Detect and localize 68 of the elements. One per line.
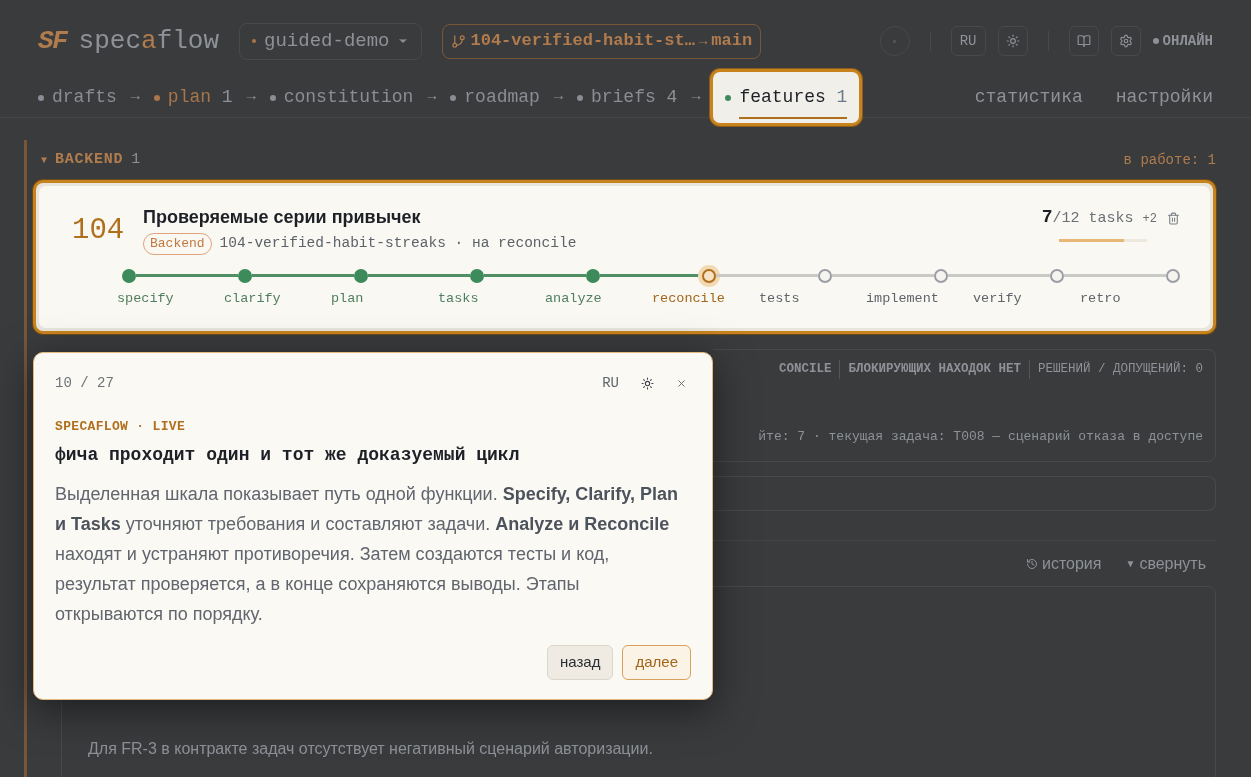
stage-label[interactable]: tests bbox=[759, 288, 866, 309]
sun-icon[interactable] bbox=[641, 377, 654, 390]
docs-button[interactable] bbox=[1068, 26, 1099, 56]
nav-tab[interactable]: roadmap bbox=[450, 84, 540, 111]
stage-label[interactable]: tasks bbox=[438, 288, 545, 309]
online-status: ОНЛАЙН bbox=[1152, 30, 1213, 52]
feature-number: 104 bbox=[72, 213, 126, 249]
arrow-icon: → bbox=[130, 86, 140, 109]
settings-icon bbox=[1118, 34, 1133, 48]
logo-mark: SF bbox=[38, 24, 67, 58]
collapse-button[interactable]: ▼ свернуть bbox=[1125, 551, 1206, 576]
tour-title: фича проходит один и тот же доказуемый цикл bbox=[55, 443, 521, 467]
nav-tab[interactable]: briefs 4 bbox=[576, 84, 678, 111]
branch-icon bbox=[451, 33, 467, 49]
arrow-icon: → bbox=[698, 30, 708, 52]
group-title: BACKEND bbox=[55, 149, 124, 170]
collapse-caret-icon[interactable]: ▼ bbox=[41, 152, 47, 168]
status-label: БЛОКИРУЮЩИХ НАХОДОК НЕТ bbox=[839, 360, 1021, 379]
feature-card[interactable]: 104 Проверяемые серии привычек Backend 104-verified-habit-streaks · на reconcile 7/12 tasks +2 specify clarify plan tasks analyze reconcile tests implement verify retro bbox=[33, 180, 1216, 334]
arrow-icon: → bbox=[691, 86, 701, 109]
nav-link[interactable]: настройки bbox=[1115, 84, 1213, 111]
caret-icon: ▼ bbox=[1125, 556, 1136, 571]
input-field[interactable] bbox=[713, 476, 1216, 511]
project-select[interactable]: guided-demo bbox=[239, 22, 423, 60]
language-button[interactable]: RU bbox=[950, 26, 986, 56]
stage-label[interactable]: clarify bbox=[224, 288, 331, 309]
sun-icon bbox=[1005, 34, 1020, 48]
stage-label[interactable]: reconcile bbox=[652, 288, 759, 309]
status-label: РЕШЕНИЙ / ДОПУЩЕНИЙ: 0 bbox=[1028, 360, 1203, 379]
task-count: 7/12 tasks +2 bbox=[1041, 206, 1157, 229]
finding-text: Для FR-3 в контракте задач отсутствует негативный сценарий авторизации. bbox=[88, 739, 654, 759]
nav-tab[interactable]: features 1 bbox=[710, 69, 863, 126]
nav-tab[interactable]: constitution bbox=[269, 84, 414, 111]
back-button[interactable]: назад bbox=[547, 644, 614, 680]
arrow-icon: → bbox=[246, 86, 256, 109]
arrow-icon: → bbox=[553, 86, 563, 109]
delete-icon[interactable] bbox=[1167, 212, 1180, 225]
arrow-icon: → bbox=[427, 86, 437, 109]
nav-link[interactable]: статистика bbox=[974, 84, 1083, 111]
in-progress-count: в работе: 1 bbox=[1123, 150, 1216, 170]
tour-eyebrow: SPECAFLOW · LIVE bbox=[55, 418, 187, 436]
group-count: 1 bbox=[131, 149, 141, 170]
stage-label[interactable]: implement bbox=[866, 288, 973, 309]
stage-label[interactable]: analyze bbox=[545, 288, 652, 309]
history-button[interactable]: история bbox=[1026, 551, 1102, 576]
history-icon bbox=[1026, 557, 1038, 570]
branch-name: 104-verified-habit-st… bbox=[470, 30, 695, 53]
close-icon[interactable] bbox=[676, 378, 687, 389]
stage-label[interactable]: verify bbox=[973, 288, 1080, 309]
progress-line: йте: 7 · текущая задача: T008 — сценарий отказа в доступе bbox=[758, 427, 1203, 446]
settings-button[interactable] bbox=[1110, 26, 1141, 56]
stage-label[interactable]: specify bbox=[117, 288, 224, 309]
branch-pill[interactable]: 104-verified-habit-st… → main bbox=[442, 23, 762, 59]
language-button[interactable]: RU bbox=[602, 373, 619, 394]
feature-slug: 104-verified-habit-streaks · на reconcile bbox=[219, 234, 577, 253]
target-branch: main bbox=[711, 30, 753, 53]
status-label: CONCILE bbox=[778, 361, 832, 378]
stage-label[interactable]: retro bbox=[1080, 288, 1121, 309]
nav-tab[interactable]: plan 1 bbox=[153, 84, 233, 111]
app-logo: specaflow bbox=[78, 24, 220, 58]
nav-tab[interactable]: drafts bbox=[38, 84, 117, 111]
stage-label[interactable]: plan bbox=[331, 288, 438, 309]
book-icon bbox=[1076, 34, 1091, 48]
next-button[interactable]: далее bbox=[622, 644, 691, 680]
tour-body: Выделенная шкала показывает путь одной функции. Specify, Clarify, Plan и Tasks уточняют требования и составляют задачи. Analyze и Reconcile находят и устраняют противоречия. Затем создаются тесты и код, результат проверяется, а в конце сохраняются выводы. Этапы открываются по порядку. bbox=[55, 482, 680, 626]
theme-button[interactable] bbox=[997, 26, 1028, 56]
feature-title: Проверяемые серии привычек bbox=[143, 206, 422, 229]
step-counter: 10 / 27 bbox=[55, 374, 114, 393]
